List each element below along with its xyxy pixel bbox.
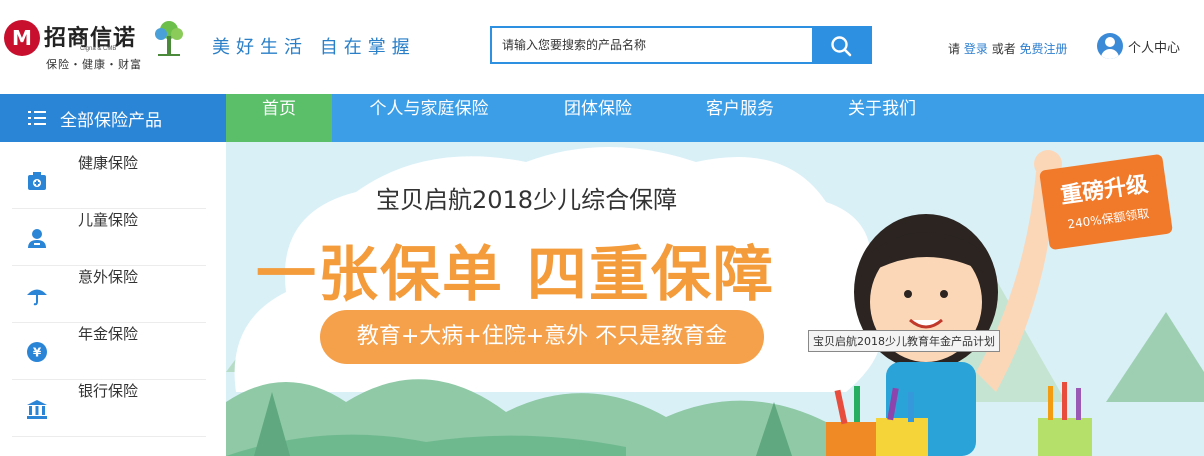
- nav-personal-family[interactable]: 个人与家庭保险: [354, 94, 504, 142]
- search-input[interactable]: [492, 28, 814, 62]
- sidebar-label: 意外保险: [78, 268, 139, 286]
- sidebar-item-bank[interactable]: 银行保险: [12, 380, 206, 437]
- umbrella-icon: [27, 289, 47, 306]
- brand-logo[interactable]: M 招商信诺 Cigna & CMB 保险・健康・财富: [4, 16, 190, 74]
- site-header: M 招商信诺 Cigna & CMB 保险・健康・财富 美好生活 自在掌握 请 …: [0, 0, 1204, 94]
- account-links: 请 登录 或者 免费注册: [948, 40, 1068, 57]
- sidebar-label: 银行保险: [78, 382, 139, 400]
- search-bar: [490, 26, 872, 64]
- nav-home[interactable]: 首页: [226, 94, 332, 142]
- nav-customer-service[interactable]: 客户服务: [692, 94, 788, 142]
- sidebar-label: 健康保险: [78, 154, 139, 172]
- nav-group[interactable]: 团体保险: [550, 94, 646, 142]
- slogan: 美好生活 自在掌握: [212, 37, 416, 58]
- brand-name-en: Cigna & CMB: [80, 46, 117, 52]
- user-center-link[interactable]: 个人中心: [1097, 33, 1180, 59]
- banner-title: 宝贝启航2018少儿综合保障: [376, 186, 678, 214]
- sidebar-label: 年金保险: [78, 325, 139, 343]
- product-sidebar: 健康保险 儿童保险 意外保险 ¥ 年金保险 银行保险: [0, 142, 226, 456]
- main-nav: 全部保险产品 首页 个人与家庭保险 团体保险 客户服务 关于我们: [0, 94, 1204, 142]
- search-button[interactable]: [812, 28, 870, 62]
- brand-tagline: 保险・健康・财富: [46, 58, 142, 71]
- sidebar-item-health[interactable]: 健康保险: [12, 152, 206, 209]
- banner-tooltip: 宝贝启航2018少儿教育年金产品计划: [808, 330, 1000, 352]
- sidebar-item-child[interactable]: 儿童保险: [12, 209, 206, 266]
- register-link[interactable]: 免费注册: [1020, 42, 1068, 56]
- sidebar-label: 儿童保险: [78, 211, 139, 229]
- bank-icon: [27, 400, 47, 419]
- sidebar-item-annuity[interactable]: ¥ 年金保险: [12, 323, 206, 380]
- login-prefix: 请: [948, 42, 961, 56]
- nav-about[interactable]: 关于我们: [834, 94, 930, 142]
- search-icon: [831, 36, 852, 57]
- health-box-icon: [28, 172, 46, 190]
- all-products-label: 全部保险产品: [60, 110, 162, 131]
- svg-text:¥: ¥: [33, 346, 42, 360]
- menu-list-icon: [28, 111, 46, 125]
- upgrade-badge: 重磅升级 240%保额领取: [1039, 153, 1173, 251]
- user-center-label: 个人中心: [1128, 40, 1181, 56]
- or-text: 或者: [991, 42, 1016, 56]
- banner-headline: 一张保单 四重保障: [256, 240, 775, 310]
- tree-logo-icon: [155, 21, 183, 56]
- child-icon: [28, 229, 46, 248]
- yuan-coin-icon: ¥: [27, 342, 47, 362]
- promo-banner[interactable]: 宝贝启航2018少儿综合保障 一张保单 四重保障 教育+大病+住院+意外 不只是…: [226, 142, 1204, 456]
- banner-benefits-pill: 教育+大病+住院+意外 不只是教育金: [320, 310, 764, 364]
- login-link[interactable]: 登录: [964, 42, 988, 56]
- user-avatar-icon: [1097, 33, 1123, 59]
- cmb-logo-icon: M: [4, 20, 40, 56]
- all-products-menu[interactable]: 全部保险产品: [0, 94, 226, 142]
- sidebar-item-accident[interactable]: 意外保险: [12, 266, 206, 323]
